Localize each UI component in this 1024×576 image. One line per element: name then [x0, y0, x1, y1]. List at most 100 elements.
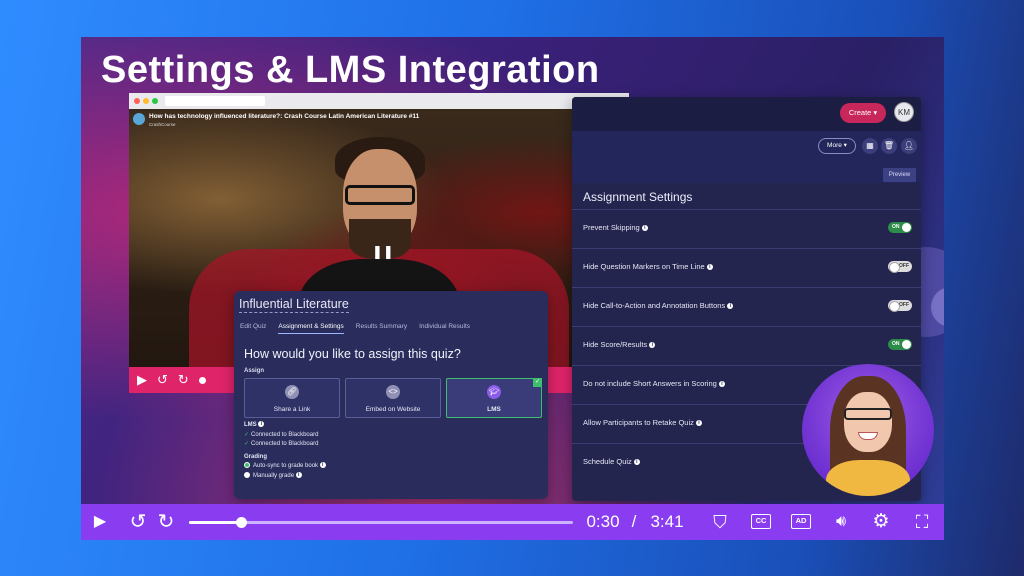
info-icon[interactable]: i [319, 462, 326, 469]
assign-question: How would you like to assign this quiz? [244, 347, 461, 361]
player-bar: ▶ ↺ ↻ 0:30 / 3:41 ⛉ CC AD 🔊︎ ⚙ ⛶ [81, 504, 944, 540]
more-button[interactable]: More ▾ [818, 138, 856, 154]
rewind-icon[interactable]: ↺ [157, 372, 168, 388]
setting-label: Hide Call-to-Action and Annotation Butto… [583, 301, 726, 310]
setting-label: Allow Participants to Retake Quiz [583, 418, 694, 427]
info-icon[interactable]: i [649, 342, 656, 349]
setting-label: Do not include Short Answers in Scoring [583, 379, 717, 388]
grading-option-manual[interactable]: Manually grade i [244, 471, 326, 482]
portrait-glasses [844, 408, 892, 420]
address-bar[interactable] [165, 96, 265, 106]
lms-grading-section: LMS i ✓ Connected to Blackboard ✓ Connecte… [244, 421, 326, 481]
presenter-portrait [802, 364, 934, 496]
portrait-shirt [826, 460, 910, 496]
gear-icon[interactable]: ⚙ [869, 504, 893, 540]
minimize-dot-icon[interactable] [143, 98, 149, 104]
preview-button[interactable]: Preview [883, 168, 916, 182]
info-icon[interactable]: i [727, 303, 734, 310]
pause-icon[interactable]: ❚❚ [372, 244, 394, 260]
create-label: Create [848, 108, 872, 117]
setting-prevent-skipping: Prevent Skipping i ON [572, 209, 921, 248]
radio-unselected-icon[interactable] [244, 471, 250, 478]
rewind-icon[interactable]: ↺ [127, 504, 149, 540]
play-icon[interactable]: ▶ [89, 504, 111, 540]
trash-icon[interactable]: 🗑︎ [881, 138, 897, 154]
info-icon[interactable]: i [258, 421, 265, 428]
toggle-switch[interactable]: ON [888, 222, 912, 233]
chevron-down-icon: ▾ [873, 108, 878, 117]
embed-website-option[interactable]: <> Embed on Website [345, 378, 441, 418]
setting-label: Schedule Quiz [583, 457, 632, 466]
toolbar: More ▾ ▦ 🗑︎ 👤︎ Preview [572, 131, 921, 183]
forward-icon[interactable]: ↻ [178, 372, 189, 388]
setting-label: Hide Score/Results [583, 340, 648, 349]
closed-captions-button[interactable]: CC [751, 514, 771, 529]
check-icon: ✓ [244, 441, 250, 447]
radio-selected-icon[interactable] [244, 462, 250, 469]
tab-results-summary[interactable]: Results Summary [356, 323, 407, 334]
quiz-title[interactable]: Influential Literature [239, 297, 349, 313]
toggle-switch[interactable]: ON [888, 339, 912, 350]
share-link-option[interactable]: 🔗︎ Share a Link [244, 378, 340, 418]
fullscreen-icon[interactable]: ⛶ [909, 504, 935, 540]
quiz-assignment-panel: Influential Literature Edit Quiz Assignm… [234, 291, 548, 499]
user-icon[interactable]: 👤︎ [901, 138, 917, 154]
info-icon[interactable]: i [695, 420, 702, 427]
video-person-glasses [345, 185, 415, 205]
video-title[interactable]: How has technology influenced literature… [149, 113, 419, 120]
tab-individual-results[interactable]: Individual Results [419, 323, 470, 334]
grading-option-label: Manually grade [253, 472, 295, 479]
assign-options: 🔗︎ Share a Link <> Embed on Website ✓ 🎓︎… [244, 378, 542, 418]
tab-assignment-settings[interactable]: Assignment & Settings [278, 323, 344, 334]
setting-label: Prevent Skipping [583, 223, 640, 232]
info-icon[interactable]: i [633, 459, 640, 466]
lms-status: Connected to Blackboard [251, 431, 319, 438]
info-icon[interactable]: i [295, 471, 302, 478]
selected-check-icon: ✓ [533, 378, 542, 387]
option-label: LMS [487, 406, 501, 413]
option-label: Embed on Website [365, 406, 421, 413]
slide-title: Settings & LMS Integration [101, 49, 600, 91]
grading-header: Grading [244, 453, 268, 460]
setting-hide-question-markers: Hide Question Markers on Time Line i OFF [572, 248, 921, 287]
audio-description-button[interactable]: AD [791, 514, 811, 529]
play-icon[interactable]: ▶ [137, 372, 147, 388]
info-icon[interactable]: i [718, 381, 725, 388]
slide-stage: Settings & LMS Integration How has techn… [81, 37, 944, 540]
bookmark-icon[interactable]: ⛉ [709, 504, 731, 540]
tab-edit-quiz[interactable]: Edit Quiz [240, 323, 266, 334]
setting-hide-cta-annotations: Hide Call-to-Action and Annotation Butto… [572, 287, 921, 326]
qr-code-icon[interactable]: ▦ [862, 138, 878, 154]
lms-header: LMS [244, 422, 257, 428]
assign-label: Assign [244, 368, 265, 374]
embed-icon: <> [386, 385, 400, 399]
grading-option-label: Auto-sync to grade book [253, 463, 319, 469]
graduation-cap-icon: 🎓︎ [487, 385, 501, 399]
portrait-face [844, 392, 892, 452]
forward-icon[interactable]: ↻ [155, 504, 177, 540]
maximize-dot-icon[interactable] [152, 98, 158, 104]
toggle-switch[interactable]: OFF [888, 300, 912, 312]
create-button[interactable]: Create ▾ [840, 103, 886, 123]
more-label: More [827, 142, 842, 149]
video-channel: CrashCourse [149, 122, 176, 127]
info-icon[interactable]: i [706, 264, 713, 271]
channel-logo-icon[interactable] [133, 113, 145, 125]
grading-option-auto-sync[interactable]: Auto-sync to grade book i [244, 462, 326, 472]
progress-knob[interactable] [198, 376, 206, 384]
check-icon: ✓ [244, 431, 250, 438]
close-dot-icon[interactable] [134, 98, 140, 104]
info-icon[interactable]: i [641, 225, 648, 232]
quiz-tabs: Edit Quiz Assignment & Settings Results … [240, 323, 470, 334]
chevron-down-icon: ▾ [843, 142, 847, 149]
progress-knob[interactable] [236, 517, 247, 528]
app-top-bar: Create ▾ KM [572, 97, 921, 131]
toggle-switch[interactable]: OFF [888, 261, 912, 273]
option-label: Share a Link [273, 406, 311, 413]
current-time: 0:30 [586, 512, 620, 531]
lms-option[interactable]: ✓ 🎓︎ LMS [446, 378, 542, 418]
volume-icon[interactable]: 🔊︎ [829, 504, 853, 540]
avatar[interactable]: KM [894, 102, 914, 122]
settings-header: Assignment Settings [583, 190, 693, 204]
link-icon: 🔗︎ [285, 385, 299, 399]
